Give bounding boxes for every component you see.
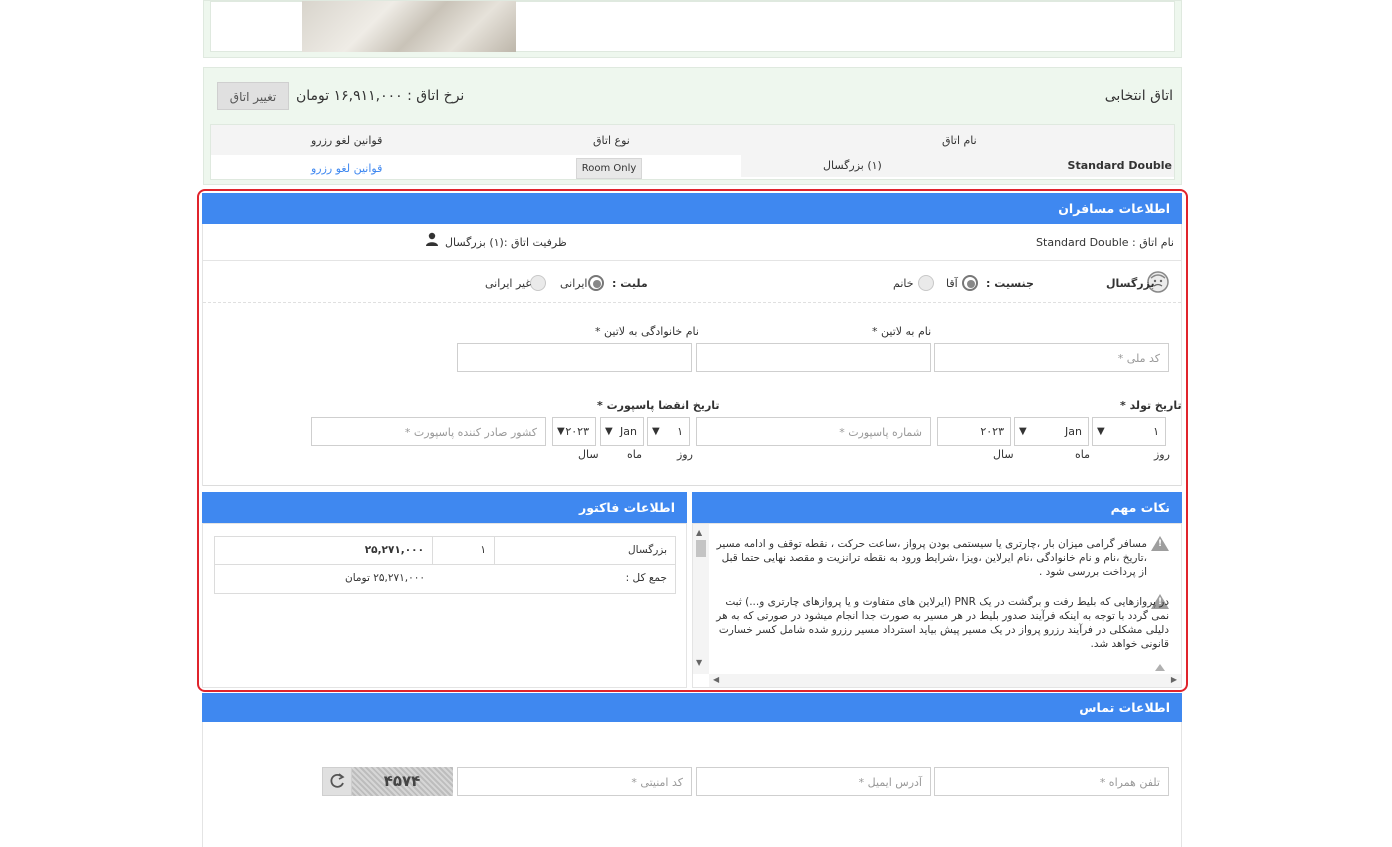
passengers-header: اطلاعات مسافران: [202, 193, 1182, 224]
phone-input[interactable]: تلفن همراه *: [934, 767, 1169, 796]
scroll-up-arrow[interactable]: ▲: [696, 528, 702, 537]
passport-exp-label: تاریخ انقضا پاسپورت *: [597, 399, 720, 412]
invoice-row-count: ۱: [432, 536, 495, 565]
notes-scrollbar[interactable]: ▲ ▼: [693, 524, 709, 674]
last-name-input[interactable]: [457, 343, 692, 372]
passport-country-input[interactable]: کشور صادر کننده پاسپورت *: [311, 417, 546, 446]
gender-female-label: خانم: [893, 277, 914, 290]
exp-month-caption: ماه: [627, 448, 643, 461]
refresh-icon: [330, 773, 345, 788]
nat-foreign-radio[interactable]: [530, 275, 546, 291]
exp-day-caption: روز: [677, 448, 693, 461]
selected-room-panel: اتاق انتخابی نرخ اتاق : ۱۶,۹۱۱,۰۰۰ تومان…: [203, 67, 1182, 185]
passengers-divider-3: [203, 485, 1181, 486]
birth-date-label: تاریخ تولد *: [1120, 399, 1182, 412]
first-name-label: نام به لاتین *: [872, 325, 932, 338]
birth-month-caption: ماه: [1075, 448, 1091, 461]
exp-month-select[interactable]: Jan ▼: [600, 417, 644, 446]
change-room-button[interactable]: تغییر اتاق: [217, 82, 289, 110]
last-name-label: نام خانوادگی به لاتین *: [595, 325, 699, 338]
chevron-down-icon: ▼: [557, 426, 565, 437]
birth-year-select[interactable]: ۲۰۲۳: [937, 417, 1011, 446]
invoice-row-label: بزرگسال: [494, 536, 676, 565]
cancel-rules-link[interactable]: قوانین لغو رزرو: [311, 162, 382, 175]
note-item: در پروازهایی که بلیط رفت و برگشت در یک P…: [716, 596, 1169, 650]
scroll-right-arrow[interactable]: ▶: [1171, 675, 1177, 684]
selected-room-title: اتاق انتخابی: [1104, 88, 1173, 104]
invoice-row-amount: ۲۵,۲۷۱,۰۰۰: [214, 536, 433, 565]
notes-hscrollbar[interactable]: ◀ ▶: [709, 674, 1181, 687]
national-code-input[interactable]: کد ملی *: [934, 343, 1169, 372]
room-name-value: Standard Double: [1067, 159, 1172, 172]
room-table: نام اتاق نوع اتاق قوانین لغو رزرو Standa…: [210, 124, 1175, 180]
nationality-label: ملیت :: [612, 277, 648, 290]
exp-day-select[interactable]: ۱ ▼: [647, 417, 690, 446]
exp-year-caption: سال: [578, 448, 599, 461]
user-icon: [426, 232, 438, 246]
scroll-thumb[interactable]: [696, 540, 706, 557]
hotel-image-panel: [203, 0, 1182, 58]
note-item: مسافر گرامی میزان بار ،چارتری یا سیستمی …: [716, 538, 1147, 578]
invoice-total-label: جمع کل :: [432, 564, 676, 594]
chevron-down-icon: ▼: [1019, 426, 1027, 437]
nat-iranian-radio[interactable]: [588, 275, 604, 291]
adult-label: بزرگسال: [1106, 277, 1155, 290]
nat-iranian-label: ایرانی: [560, 277, 588, 290]
chevron-down-icon: ▼: [1097, 426, 1105, 437]
col-room-name: نام اتاق: [942, 134, 977, 147]
captcha-image: ۴۵۷۴: [351, 767, 453, 796]
birth-year-caption: سال: [993, 448, 1014, 461]
col-cancel-rules: قوانین لغو رزرو: [311, 134, 383, 147]
room-rate: نرخ اتاق : ۱۶,۹۱۱,۰۰۰ تومان: [296, 88, 465, 104]
invoice-header: اطلاعات فاکتور: [202, 492, 687, 523]
room-capacity: ظرفیت اتاق :(۱) بزرگسال: [445, 236, 567, 249]
room-type-badge: Room Only: [576, 158, 642, 179]
passport-number-input[interactable]: شماره پاسپورت *: [696, 417, 931, 446]
invoice-total-value: ۲۵,۲۷۱,۰۰۰ تومان: [214, 564, 433, 594]
notes-header: نکات مهم: [692, 492, 1182, 523]
gender-male-radio[interactable]: [962, 275, 978, 291]
passengers-divider-1: [203, 260, 1181, 261]
gender-label: جنسیت :: [986, 277, 1034, 290]
birth-day-select[interactable]: ۱ ▼: [1092, 417, 1166, 446]
room-occupancy-value: (۱) بزرگسال: [823, 159, 882, 172]
passenger-room-name: نام اتاق : Standard Double: [1036, 236, 1174, 249]
chevron-down-icon: ▼: [605, 426, 613, 437]
nat-foreign-label: غیر ایرانی: [485, 277, 532, 290]
exp-year-select[interactable]: ۲۰۲۳ ▼: [552, 417, 596, 446]
email-input[interactable]: آدرس ایمیل *: [696, 767, 931, 796]
scroll-down-arrow[interactable]: ▼: [696, 658, 702, 667]
warning-icon-partial: [1155, 664, 1165, 671]
scroll-left-arrow[interactable]: ◀: [713, 675, 719, 684]
birth-day-caption: روز: [1154, 448, 1170, 461]
warning-icon: [1151, 536, 1169, 551]
passengers-divider-2: [203, 302, 1181, 303]
birth-month-select[interactable]: Jan ▼: [1014, 417, 1089, 446]
captcha-refresh-button[interactable]: [322, 767, 352, 796]
gender-female-radio[interactable]: [918, 275, 934, 291]
contact-header: اطلاعات تماس: [202, 693, 1182, 722]
gender-male-label: آقا: [946, 277, 958, 290]
col-room-type: نوع اتاق: [593, 134, 630, 147]
chevron-down-icon: ▼: [652, 426, 660, 437]
captcha-input[interactable]: کد امنیتی *: [457, 767, 692, 796]
hotel-photo: [302, 1, 516, 52]
first-name-input[interactable]: [696, 343, 931, 372]
